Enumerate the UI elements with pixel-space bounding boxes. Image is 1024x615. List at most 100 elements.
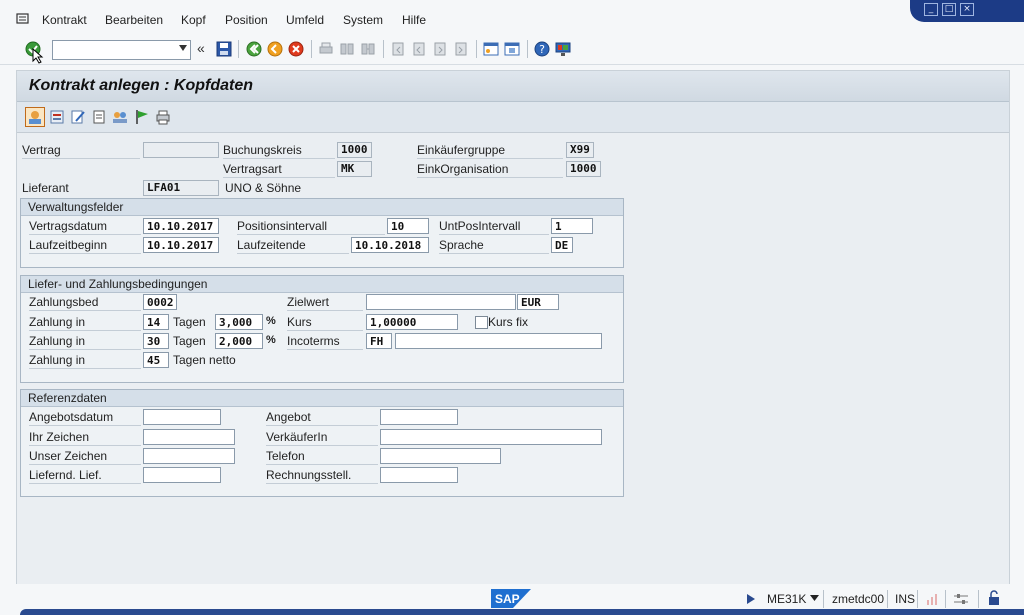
print-preview-icon[interactable] bbox=[155, 109, 171, 125]
insert-mode[interactable]: INS bbox=[895, 592, 915, 606]
zahlung-in-days-1[interactable]: 14 bbox=[143, 314, 169, 330]
laufzeitende-field[interactable]: 10.10.2018 bbox=[351, 237, 429, 253]
print-icon[interactable] bbox=[318, 41, 334, 57]
liefernd-lief-field[interactable] bbox=[143, 467, 221, 483]
edit-text-icon[interactable] bbox=[70, 109, 86, 125]
partners-icon[interactable] bbox=[112, 109, 128, 125]
command-field[interactable] bbox=[52, 40, 191, 60]
header-detail-icon[interactable] bbox=[25, 107, 45, 127]
menu-hilfe[interactable]: Hilfe bbox=[402, 13, 426, 27]
menu-icon[interactable] bbox=[16, 12, 32, 26]
minimize-icon[interactable]: _ bbox=[924, 3, 938, 16]
chevron-down-icon[interactable] bbox=[810, 595, 819, 601]
vertragsart-field[interactable]: MK bbox=[337, 161, 372, 177]
settings-sliders-icon[interactable] bbox=[953, 592, 969, 606]
zielwert-field[interactable] bbox=[366, 294, 516, 310]
server-name: zmetdc00 bbox=[832, 592, 885, 606]
menu-kopf[interactable]: Kopf bbox=[181, 13, 206, 27]
unser-zeichen-field[interactable] bbox=[143, 448, 235, 464]
collapse-toolbar-icon[interactable]: « bbox=[197, 40, 205, 56]
zahlungsbedingungen-title: Liefer- und Zahlungsbedingungen bbox=[28, 277, 208, 291]
close-icon[interactable]: × bbox=[960, 3, 974, 16]
window-controls: _ □ × bbox=[910, 0, 1024, 22]
incoterms-text-field[interactable] bbox=[395, 333, 602, 349]
liefernd-lief-label: Liefernd. Lief. bbox=[29, 468, 102, 482]
find-icon[interactable] bbox=[339, 41, 355, 57]
transaction-code[interactable]: ME31K bbox=[767, 592, 806, 606]
kurs-fix-checkbox[interactable] bbox=[475, 316, 488, 329]
angebotsdatum-label: Angebotsdatum bbox=[29, 410, 114, 424]
telefon-field[interactable] bbox=[380, 448, 501, 464]
mouse-cursor-icon bbox=[32, 48, 44, 64]
einkaeufergruppe-label: Einkäufergruppe bbox=[417, 143, 506, 157]
vertrag-field[interactable] bbox=[143, 142, 219, 158]
zahlung-in-pct-2[interactable]: 2,000 bbox=[215, 333, 263, 349]
zahlung-in-label-3: Zahlung in bbox=[29, 353, 86, 367]
save-icon[interactable] bbox=[216, 41, 232, 57]
lock-icon[interactable] bbox=[987, 590, 1001, 606]
menu-system[interactable]: System bbox=[343, 13, 383, 27]
waehrung-field[interactable]: EUR bbox=[517, 294, 559, 310]
einkaeufergruppe-field[interactable]: X99 bbox=[566, 142, 594, 158]
zahlung-in-days-2[interactable]: 30 bbox=[143, 333, 169, 349]
rechnungsstell-field[interactable] bbox=[380, 467, 458, 483]
zahlung-in-pct-1[interactable]: 3,000 bbox=[215, 314, 263, 330]
rechnungsstell-label: Rechnungsstell. bbox=[266, 468, 352, 482]
verwaltungsfelder-group: Verwaltungsfelder bbox=[20, 198, 624, 268]
cancel-icon[interactable] bbox=[288, 41, 304, 57]
chevron-down-icon[interactable] bbox=[179, 45, 187, 51]
verkaeufer-label: VerkäuferIn bbox=[266, 430, 328, 444]
sprache-field[interactable]: DE bbox=[551, 237, 573, 253]
tagen-label-1: Tagen bbox=[173, 315, 206, 329]
incoterms-label: Incoterms bbox=[287, 334, 340, 348]
menu-kontrakt[interactable]: Kontrakt bbox=[42, 13, 87, 27]
exit-icon[interactable] bbox=[267, 41, 283, 57]
menu-position[interactable]: Position bbox=[225, 13, 268, 27]
create-shortcut-icon[interactable] bbox=[504, 41, 520, 57]
angebotsdatum-field[interactable] bbox=[143, 409, 221, 425]
customize-layout-icon[interactable] bbox=[555, 41, 571, 57]
previous-page-icon[interactable] bbox=[411, 41, 427, 57]
find-next-icon[interactable] bbox=[360, 41, 376, 57]
einkorganisation-field[interactable]: 1000 bbox=[566, 161, 601, 177]
kurs-field[interactable]: 1,00000 bbox=[366, 314, 458, 330]
item-overview-icon[interactable] bbox=[49, 109, 65, 125]
positionsintervall-field[interactable]: 10 bbox=[387, 218, 429, 234]
zahlung-in-days-3[interactable]: 45 bbox=[143, 352, 169, 368]
zahlung-in-label-1: Zahlung in bbox=[29, 315, 86, 329]
lieferant-label: Lieferant bbox=[22, 181, 69, 195]
lieferant-field[interactable]: LFA01 bbox=[143, 180, 219, 196]
vertragsdatum-field[interactable]: 10.10.2017 bbox=[143, 218, 219, 234]
document-icon[interactable] bbox=[91, 109, 107, 125]
ihr-zeichen-field[interactable] bbox=[143, 429, 235, 445]
angebot-field[interactable] bbox=[380, 409, 458, 425]
vertrag-label: Vertrag bbox=[22, 143, 61, 157]
new-session-icon[interactable] bbox=[483, 41, 499, 57]
zahlungsbed-field[interactable]: 0002 bbox=[143, 294, 177, 310]
buchungskreis-field[interactable]: 1000 bbox=[337, 142, 372, 158]
next-page-icon[interactable] bbox=[432, 41, 448, 57]
last-page-icon[interactable] bbox=[453, 41, 469, 57]
menu-umfeld[interactable]: Umfeld bbox=[286, 13, 324, 27]
application-toolbar bbox=[17, 102, 1009, 133]
sprache-label: Sprache bbox=[439, 238, 484, 252]
untposintervall-field[interactable]: 1 bbox=[551, 218, 593, 234]
zahlungsbed-label: Zahlungsbed bbox=[29, 295, 99, 309]
command-input[interactable] bbox=[53, 41, 177, 57]
laufzeitbeginn-field[interactable]: 10.10.2017 bbox=[143, 237, 219, 253]
verwaltungsfelder-title: Verwaltungsfelder bbox=[28, 200, 124, 214]
incoterms-field[interactable]: FH bbox=[366, 333, 392, 349]
back-icon[interactable] bbox=[246, 41, 262, 57]
help-icon[interactable]: ? bbox=[534, 41, 550, 57]
zahlung-in-label-2: Zahlung in bbox=[29, 334, 86, 348]
flag-icon[interactable] bbox=[134, 109, 150, 125]
verkaeufer-field[interactable] bbox=[380, 429, 602, 445]
menu-bearbeiten[interactable]: Bearbeiten bbox=[105, 13, 163, 27]
first-page-icon[interactable] bbox=[390, 41, 406, 57]
performance-icon bbox=[927, 594, 937, 605]
kurs-fix-label: Kurs fix bbox=[488, 315, 529, 329]
main-area: Kontrakt anlegen : Kopfdaten Vertrag Buc… bbox=[16, 70, 1010, 586]
play-arrow-icon[interactable] bbox=[746, 593, 756, 605]
svg-text:?: ? bbox=[539, 43, 545, 56]
maximize-icon[interactable]: □ bbox=[942, 3, 956, 16]
